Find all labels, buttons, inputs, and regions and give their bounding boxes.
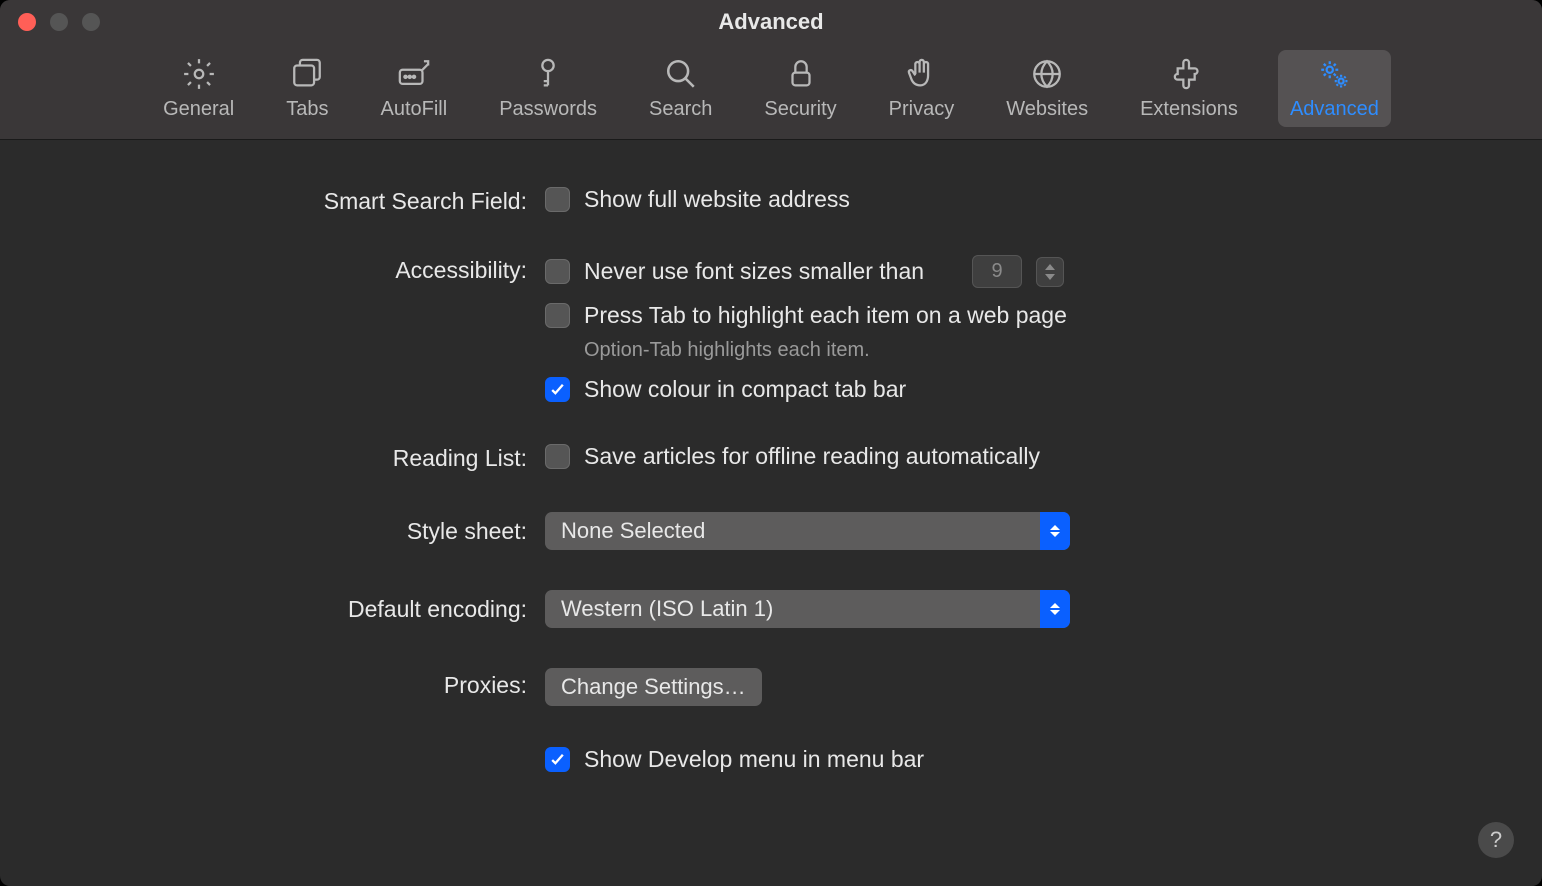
min-font-size-field[interactable]: 9 — [972, 255, 1022, 288]
show-full-address-label: Show full website address — [584, 186, 850, 213]
option-tab-hint: Option-Tab highlights each item. — [545, 337, 1542, 362]
show-full-address-checkbox[interactable] — [545, 187, 570, 212]
min-font-size-label: Never use font sizes smaller than — [584, 258, 924, 285]
style-sheet-label: Style sheet: — [0, 512, 545, 545]
press-tab-checkbox[interactable] — [545, 303, 570, 328]
tab-label: Extensions — [1140, 98, 1238, 121]
tab-label: Privacy — [889, 98, 955, 121]
tab-label: AutoFill — [380, 98, 447, 121]
help-button[interactable]: ? — [1478, 822, 1514, 858]
tabs-icon — [289, 56, 325, 92]
autofill-icon — [396, 56, 432, 92]
show-colour-checkbox[interactable] — [545, 377, 570, 402]
tab-label: Passwords — [499, 98, 597, 121]
save-offline-checkbox[interactable] — [545, 444, 570, 469]
tab-general[interactable]: General — [151, 50, 246, 127]
show-develop-label: Show Develop menu in menu bar — [584, 746, 924, 773]
proxies-label: Proxies: — [0, 668, 545, 699]
tab-label: Websites — [1006, 98, 1088, 121]
zoom-window-button[interactable] — [82, 13, 100, 31]
min-font-size-stepper[interactable] — [1036, 257, 1064, 287]
gears-icon — [1316, 56, 1352, 92]
show-develop-checkbox[interactable] — [545, 747, 570, 772]
smart-search-label: Smart Search Field: — [0, 186, 545, 215]
style-sheet-popup[interactable]: None Selected — [545, 512, 1070, 550]
content-pane: Smart Search Field: Show full website ad… — [0, 140, 1542, 773]
press-tab-label: Press Tab to highlight each item on a we… — [584, 302, 1067, 329]
tab-label: General — [163, 98, 234, 121]
tab-websites[interactable]: Websites — [994, 50, 1100, 127]
tab-autofill[interactable]: AutoFill — [368, 50, 459, 127]
default-encoding-popup[interactable]: Western (ISO Latin 1) — [545, 590, 1070, 628]
key-icon — [530, 56, 566, 92]
tab-privacy[interactable]: Privacy — [877, 50, 967, 127]
tab-label: Search — [649, 98, 712, 121]
min-font-size-checkbox[interactable] — [545, 259, 570, 284]
change-settings-button[interactable]: Change Settings… — [545, 668, 762, 706]
popup-arrows-icon — [1040, 512, 1070, 550]
tab-advanced[interactable]: Advanced — [1278, 50, 1391, 127]
puzzle-icon — [1171, 56, 1207, 92]
default-encoding-value: Western (ISO Latin 1) — [545, 596, 789, 622]
globe-icon — [1029, 56, 1065, 92]
tab-tabs[interactable]: Tabs — [274, 50, 340, 127]
tab-label: Advanced — [1290, 98, 1379, 121]
popup-arrows-icon — [1040, 590, 1070, 628]
minimize-window-button[interactable] — [50, 13, 68, 31]
tab-label: Tabs — [286, 98, 328, 121]
reading-list-label: Reading List: — [0, 443, 545, 472]
window-controls — [0, 13, 100, 31]
close-window-button[interactable] — [18, 13, 36, 31]
lock-icon — [783, 56, 819, 92]
style-sheet-value: None Selected — [545, 518, 721, 544]
save-offline-label: Save articles for offline reading automa… — [584, 443, 1040, 470]
hand-icon — [903, 56, 939, 92]
default-encoding-label: Default encoding: — [0, 590, 545, 623]
tab-label: Security — [764, 98, 836, 121]
tab-passwords[interactable]: Passwords — [487, 50, 609, 127]
titlebar: Advanced — [0, 0, 1542, 44]
preferences-window: Advanced General Tabs AutoFill Passwor — [0, 0, 1542, 886]
search-icon — [663, 56, 699, 92]
gear-icon — [181, 56, 217, 92]
tab-search[interactable]: Search — [637, 50, 724, 127]
tab-extensions[interactable]: Extensions — [1128, 50, 1250, 127]
show-colour-label: Show colour in compact tab bar — [584, 376, 906, 403]
accessibility-label: Accessibility: — [0, 255, 545, 284]
tab-security[interactable]: Security — [752, 50, 848, 127]
preferences-toolbar: General Tabs AutoFill Passwords Search — [0, 44, 1542, 140]
window-title: Advanced — [0, 9, 1542, 35]
